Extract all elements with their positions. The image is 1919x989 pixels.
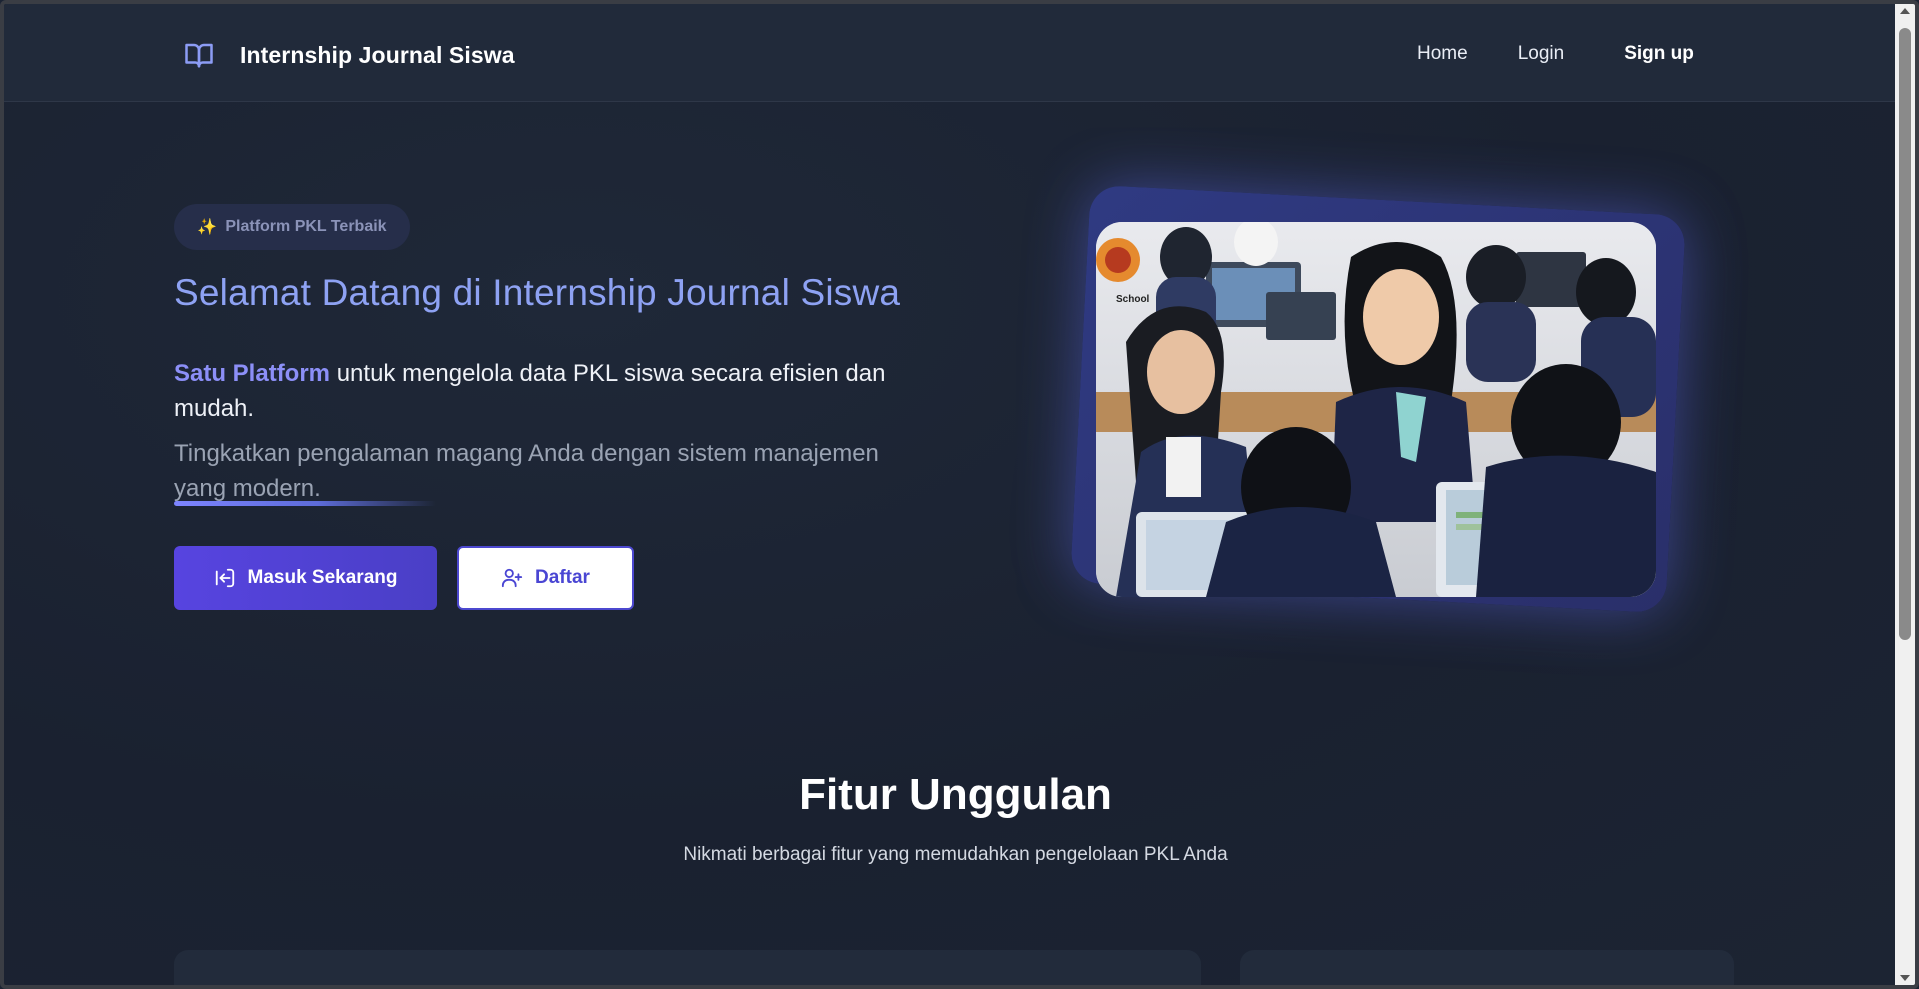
students-classroom-photo: School	[1096, 222, 1656, 597]
page-scrollbar[interactable]	[1895, 4, 1915, 985]
navbar: Internship Journal Siswa Home Login Sign…	[4, 4, 1899, 102]
brand-title: Internship Journal Siswa	[240, 41, 515, 68]
scroll-up-arrow-icon[interactable]	[1900, 8, 1910, 14]
hero-title: Selamat Datang di Internship Journal Sis…	[174, 272, 901, 313]
sparkles-icon: ✨	[197, 219, 218, 236]
accent-underline	[174, 501, 436, 506]
daftar-button[interactable]: Daftar	[457, 546, 634, 610]
badge-text: Platform PKL Terbaik	[225, 218, 387, 235]
features-subtitle: Nikmati berbagai fitur yang memudahkan p…	[683, 844, 1228, 865]
hero-subtext: Tingkatkan pengalaman magang Anda dengan…	[174, 440, 879, 502]
scroll-down-arrow-icon[interactable]	[1900, 975, 1910, 981]
feature-card	[1240, 950, 1734, 985]
hero-description: Satu Platform untuk mengelola data PKL s…	[174, 356, 934, 426]
nav-links: Home Login Sign up	[1417, 43, 1694, 65]
user-plus-icon	[501, 568, 523, 588]
nav-home-link[interactable]: Home	[1417, 43, 1468, 65]
hero-image: School	[1096, 222, 1656, 597]
brand[interactable]: Internship Journal Siswa	[182, 40, 515, 70]
image-logo-text: School	[1116, 294, 1150, 305]
login-icon	[215, 568, 234, 588]
platform-badge: ✨ Platform PKL Terbaik	[174, 204, 410, 250]
hero-description-highlight: Satu Platform	[174, 360, 331, 387]
features-title: Fitur Unggulan	[799, 770, 1112, 819]
feature-card	[174, 950, 1201, 985]
scrollbar-thumb[interactable]	[1899, 28, 1911, 640]
masuk-sekarang-label: Masuk Sekarang	[247, 567, 398, 588]
daftar-label: Daftar	[535, 567, 590, 588]
book-open-icon	[185, 43, 213, 68]
browser-viewport: Internship Journal Siswa Home Login Sign…	[0, 0, 1919, 989]
nav-login-link[interactable]: Login	[1518, 43, 1565, 65]
masuk-sekarang-button[interactable]: Masuk Sekarang	[174, 546, 437, 610]
nav-signup-link[interactable]: Sign up	[1624, 43, 1694, 65]
